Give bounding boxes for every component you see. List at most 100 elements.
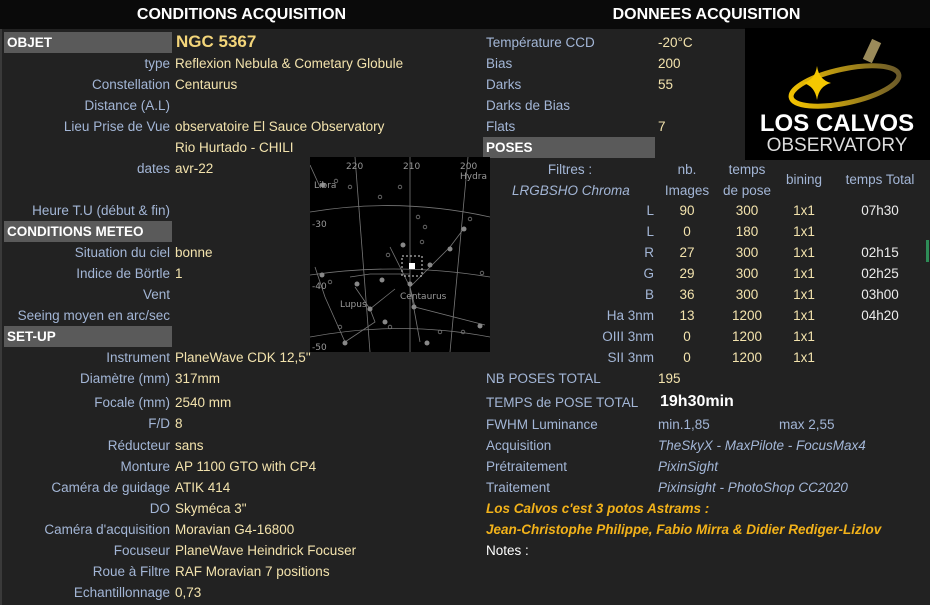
row-label: Vent: [142, 287, 170, 302]
filter-name: SII 3nm: [607, 350, 654, 365]
row-label: F/D: [148, 416, 170, 431]
bining: 1x1: [793, 245, 815, 260]
temps-pose: 300: [735, 287, 759, 302]
nb-images: 29: [679, 266, 695, 281]
software-value: PixinSight: [658, 459, 719, 474]
filters-name: LRGBSHO Chroma: [512, 183, 630, 198]
constellation-label: Centaurus: [400, 292, 447, 302]
orbit-ring: [788, 63, 902, 109]
acq-value: 200: [658, 56, 681, 71]
acq-label: Température CCD: [486, 35, 595, 50]
temps-total: 04h20: [861, 308, 899, 323]
nb-poses-total-value: 195: [658, 371, 681, 386]
row-label: Diamètre (mm): [80, 371, 170, 386]
section-setup: SET-UP: [4, 326, 172, 347]
nb-images: 36: [679, 287, 695, 302]
row-label: dates: [136, 161, 170, 176]
object-name: NGC 5367: [176, 32, 257, 51]
temps-total: 02h25: [861, 266, 899, 281]
logo-line2: OBSERVATORY: [767, 135, 908, 156]
row-label: Situation du ciel: [74, 245, 170, 260]
row-value: 317mm: [175, 371, 221, 386]
dec-tick: -40: [312, 282, 327, 292]
ra-line: [354, 156, 371, 353]
section-poses: POSES: [483, 137, 655, 158]
dec-tick: -30: [312, 220, 327, 230]
col-temps-total: temps Total: [845, 172, 915, 187]
temps-total: 07h30: [861, 203, 899, 218]
row-value: bonne: [175, 245, 213, 260]
nb-images: 13: [679, 308, 695, 323]
dec-tick: -50: [312, 343, 327, 352]
row-value: observatoire El Sauce Observatory: [175, 119, 385, 134]
header-donnees-acquisition: DONNEES ACQUISITION: [483, 0, 930, 29]
section-conditions-meteo: CONDITIONS METEO: [4, 221, 172, 242]
software-value: Pixinsight - PhotoShop CC2020: [658, 480, 848, 495]
acq-value: 55: [658, 77, 674, 92]
row-label: Indice de Börtle: [76, 266, 170, 281]
logo-line1: LOS CALVOS: [760, 110, 914, 137]
acq-value: -20°C: [658, 35, 693, 50]
row-value: 1: [175, 266, 183, 281]
filter-name: R: [644, 245, 654, 260]
acq-value: 7: [658, 119, 666, 134]
software-label: Prétraitement: [486, 459, 568, 474]
notes-label: Notes :: [486, 543, 529, 558]
filter-name: B: [644, 287, 654, 302]
row-value: PlaneWave Heindrick Focuser: [175, 543, 357, 558]
row-label: Heure T.U (début & fin): [32, 203, 170, 218]
temps-pose-total-label: TEMPS de POSE TOTAL: [486, 395, 639, 410]
row-label: Monture: [120, 459, 170, 474]
cell-selection-marker: [926, 240, 929, 262]
logo-graphic: LOS CALVOS OBSERVATORY: [760, 38, 914, 156]
acq-label: Darks de Bias: [486, 98, 571, 113]
temps-pose: 180: [735, 224, 759, 239]
temps-pose: 300: [735, 266, 759, 281]
software-value: TheSkyX - MaxPilote - FocusMax4: [658, 438, 866, 453]
row-value: Skyméca 3": [175, 501, 247, 516]
telescope-icon: [862, 38, 882, 64]
star-map-svg: 220 210 200 -30 -40 -50 Libra Hydra Cent…: [309, 156, 491, 353]
row-value: Rio Hurtado - CHILI: [175, 140, 294, 155]
software-label: Acquisition: [486, 438, 552, 453]
ra-tick: 210: [403, 162, 420, 172]
row-value: RAF Moravian 7 positions: [175, 564, 330, 579]
fwhm-min: min.1,85: [658, 417, 710, 432]
target-marker: [409, 263, 415, 269]
row-label: DO: [149, 501, 170, 516]
row-value: sans: [175, 438, 204, 453]
row-value: PlaneWave CDK 12,5": [175, 350, 311, 365]
temps-total: 03h00: [861, 287, 899, 302]
row-label: Echantillonnage: [73, 585, 170, 600]
temps-pose-total-value: 19h30min: [660, 393, 734, 410]
row-label: Réducteur: [107, 438, 170, 453]
nb-images: 27: [679, 245, 695, 260]
col-nb-line2: Images: [664, 183, 710, 198]
los-calvos-logo: LOS CALVOS OBSERVATORY: [745, 28, 930, 160]
dec-line: [309, 328, 491, 338]
credits-line1: Los Calvos c'est 3 potos Astrams :: [486, 501, 710, 516]
constellation-label: Lupus: [340, 300, 367, 310]
bining: 1x1: [793, 266, 815, 281]
row-value: ATIK 414: [175, 480, 231, 495]
dec-line: [309, 268, 491, 278]
nb-images: 0: [683, 350, 691, 365]
star-map-image: 220 210 200 -30 -40 -50 Libra Hydra Cent…: [309, 156, 491, 353]
bining: 1x1: [793, 329, 815, 344]
credits-line2: Jean-Christophe Philippe, Fabio Mirra & …: [486, 522, 882, 537]
row-label: Distance (A.L): [84, 98, 170, 113]
acq-label: Darks: [486, 77, 522, 92]
temps-pose: 300: [735, 203, 759, 218]
row-label: Lieu Prise de Vue: [63, 119, 170, 134]
row-label: Caméra de guidage: [51, 480, 170, 495]
constellation-label: Hydra: [460, 172, 487, 182]
nb-images: 90: [679, 203, 695, 218]
ra-tick: 220: [346, 162, 363, 172]
bining: 1x1: [793, 224, 815, 239]
constellation-label: Libra: [314, 181, 336, 191]
row-value: 0,73: [175, 585, 202, 600]
filters-label: Filtres :: [547, 162, 593, 177]
bining: 1x1: [793, 287, 815, 302]
filter-name: Ha 3nm: [606, 308, 654, 323]
fwhm-max: max 2,55: [779, 417, 835, 432]
